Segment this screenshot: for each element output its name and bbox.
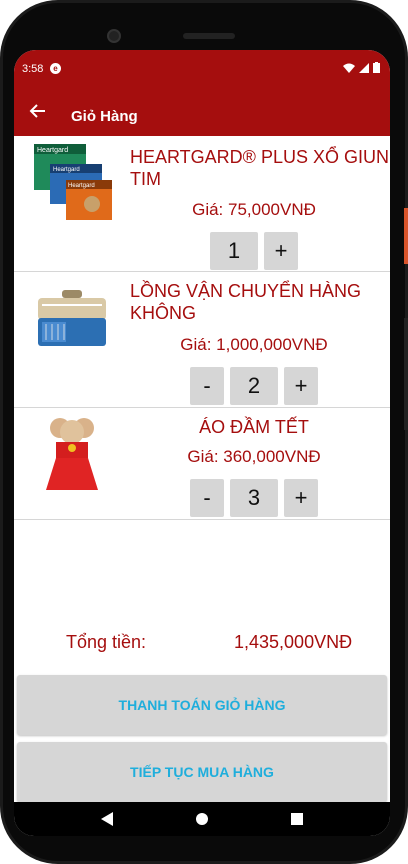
product-price: Giá: 75,000VNĐ xyxy=(192,200,316,219)
increase-quantity-button[interactable]: + xyxy=(284,367,318,405)
wifi-icon xyxy=(343,63,355,73)
svg-text:Heartgard: Heartgard xyxy=(68,183,95,189)
cart-item: ÁO ĐẦM TẾT Giá: 360,000VNĐ - 3 + xyxy=(14,408,390,520)
svg-text:Heartgard: Heartgard xyxy=(53,167,80,173)
product-image-tet-dress[interactable] xyxy=(32,412,112,492)
quantity-value: 3 xyxy=(230,479,278,517)
quantity-stepper: - 3 + xyxy=(118,479,390,517)
battery-icon xyxy=(373,62,380,73)
earpiece-speaker xyxy=(183,33,235,39)
total-value: 1,435,000VNĐ xyxy=(234,632,353,652)
quantity-value: 2 xyxy=(230,367,278,405)
cart-item: Heartgard Heartgard Heartgard HEARTGARD®… xyxy=(14,136,390,272)
cart-list: Heartgard Heartgard Heartgard HEARTGARD®… xyxy=(14,136,390,520)
quantity-stepper: - 2 + xyxy=(118,367,390,405)
product-name: ÁO ĐẦM TẾT xyxy=(199,417,309,437)
system-navigation-bar xyxy=(14,802,390,836)
app-notification-icon: e xyxy=(50,63,61,74)
page-title: Giỏ Hàng xyxy=(71,108,138,125)
volume-button xyxy=(404,318,408,430)
quantity-value: 1 xyxy=(210,232,258,270)
decrease-quantity-button[interactable]: - xyxy=(190,479,224,517)
svg-text:Heartgard: Heartgard xyxy=(37,147,68,154)
screen: 3:58 e Giỏ Hàng Heartgard Heartgard Hear… xyxy=(14,50,390,836)
nav-recents-icon[interactable] xyxy=(287,809,307,829)
nav-back-icon[interactable] xyxy=(97,809,117,829)
product-price: Giá: 360,000VNĐ xyxy=(187,447,321,466)
front-camera xyxy=(107,29,121,43)
product-image-heartgard[interactable]: Heartgard Heartgard Heartgard xyxy=(32,142,112,222)
product-name: HEARTGARD® PLUS XỔ GIUN TIM xyxy=(130,147,389,189)
status-icons xyxy=(343,62,380,73)
decrease-quantity-button[interactable]: - xyxy=(190,367,224,405)
product-price: Giá: 1,000,000VNĐ xyxy=(180,335,328,354)
product-name: LỒNG VẬN CHUYỂN HÀNG KHÔNG xyxy=(130,281,362,323)
power-button xyxy=(404,208,408,264)
nav-home-icon[interactable] xyxy=(192,809,212,829)
status-bar: 3:58 e xyxy=(14,50,390,86)
cart-item: LỒNG VẬN CHUYỂN HÀNG KHÔNG Giá: 1,000,00… xyxy=(14,272,390,408)
checkout-button[interactable]: THANH TOÁN GIỎ HÀNG xyxy=(17,675,387,735)
phone-frame: 3:58 e Giỏ Hàng Heartgard Heartgard Hear… xyxy=(0,0,408,864)
continue-shopping-button[interactable]: TIẾP TỤC MUA HÀNG xyxy=(17,742,387,802)
status-time: 3:58 xyxy=(22,63,44,75)
app-bar: Giỏ Hàng xyxy=(14,86,390,136)
increase-quantity-button[interactable]: + xyxy=(284,479,318,517)
increase-quantity-button[interactable]: + xyxy=(264,232,298,270)
arrow-back-icon[interactable] xyxy=(28,103,46,119)
quantity-stepper: 1 + xyxy=(118,232,390,270)
total-label: Tổng tiền: xyxy=(66,632,147,652)
signal-icon xyxy=(359,62,369,73)
product-image-pet-carrier[interactable] xyxy=(32,278,112,358)
